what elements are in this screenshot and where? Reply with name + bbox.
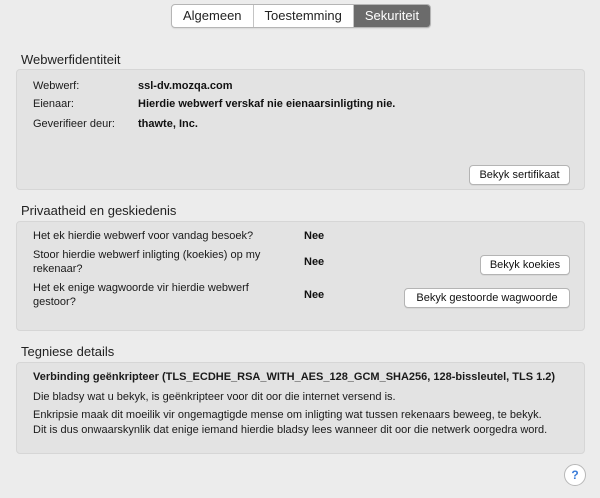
verified-by-value: thawte, Inc. bbox=[138, 118, 198, 130]
help-button[interactable]: ? bbox=[564, 464, 586, 486]
tab-permissions[interactable]: Toestemming bbox=[254, 5, 354, 27]
website-label: Webwerf: bbox=[33, 80, 80, 92]
passwords-answer: Nee bbox=[304, 289, 325, 301]
encryption-note: Die bladsy wat u bekyk, is geënkripteer … bbox=[33, 391, 396, 403]
technical-section-title: Tegniese details bbox=[21, 344, 115, 359]
tab-bar: Algemeen Toestemming Sekuriteit bbox=[171, 4, 432, 28]
tab-general[interactable]: Algemeen bbox=[172, 5, 254, 27]
owner-label: Eienaar: bbox=[33, 98, 74, 110]
passwords-question-line2: gestoor? bbox=[33, 296, 76, 308]
website-value: ssl-dv.mozqa.com bbox=[138, 80, 233, 92]
owner-value: Hierdie webwerf verskaf nie eienaarsinli… bbox=[138, 98, 396, 110]
technical-panel: Verbinding geënkripteer (TLS_ECDHE_RSA_W… bbox=[16, 362, 585, 454]
visited-question: Het ek hierdie webwerf voor vandag besoe… bbox=[33, 230, 254, 242]
cookies-answer: Nee bbox=[304, 256, 325, 268]
encryption-explanation-line2: Dit is dus onwaarskynlik dat enige ieman… bbox=[33, 424, 548, 436]
privacy-section-title: Privaatheid en geskiedenis bbox=[21, 203, 177, 218]
connection-summary: Verbinding geënkripteer (TLS_ECDHE_RSA_W… bbox=[33, 371, 556, 383]
tab-security[interactable]: Sekuriteit bbox=[353, 5, 431, 27]
visited-answer: Nee bbox=[304, 230, 325, 242]
view-saved-passwords-button[interactable]: Bekyk gestoorde wagwoorde bbox=[404, 288, 570, 308]
cookies-question-line2: rekenaar? bbox=[33, 263, 83, 275]
identity-section-title: Webwerfidentiteit bbox=[21, 52, 121, 67]
passwords-question-line1: Het ek enige wagwoorde vir hierdie webwe… bbox=[33, 282, 249, 294]
identity-panel: Webwerf: ssl-dv.mozqa.com Eienaar: Hierd… bbox=[16, 69, 585, 190]
privacy-panel: Het ek hierdie webwerf voor vandag besoe… bbox=[16, 221, 585, 331]
cookies-question-line1: Stoor hierdie webwerf inligting (koekies… bbox=[33, 249, 261, 261]
view-certificate-button[interactable]: Bekyk sertifikaat bbox=[469, 165, 570, 185]
encryption-explanation-line1: Enkripsie maak dit moeilik vir ongemagti… bbox=[33, 409, 542, 421]
verified-by-label: Geverifieer deur: bbox=[33, 118, 115, 130]
view-cookies-button[interactable]: Bekyk koekies bbox=[480, 255, 570, 275]
